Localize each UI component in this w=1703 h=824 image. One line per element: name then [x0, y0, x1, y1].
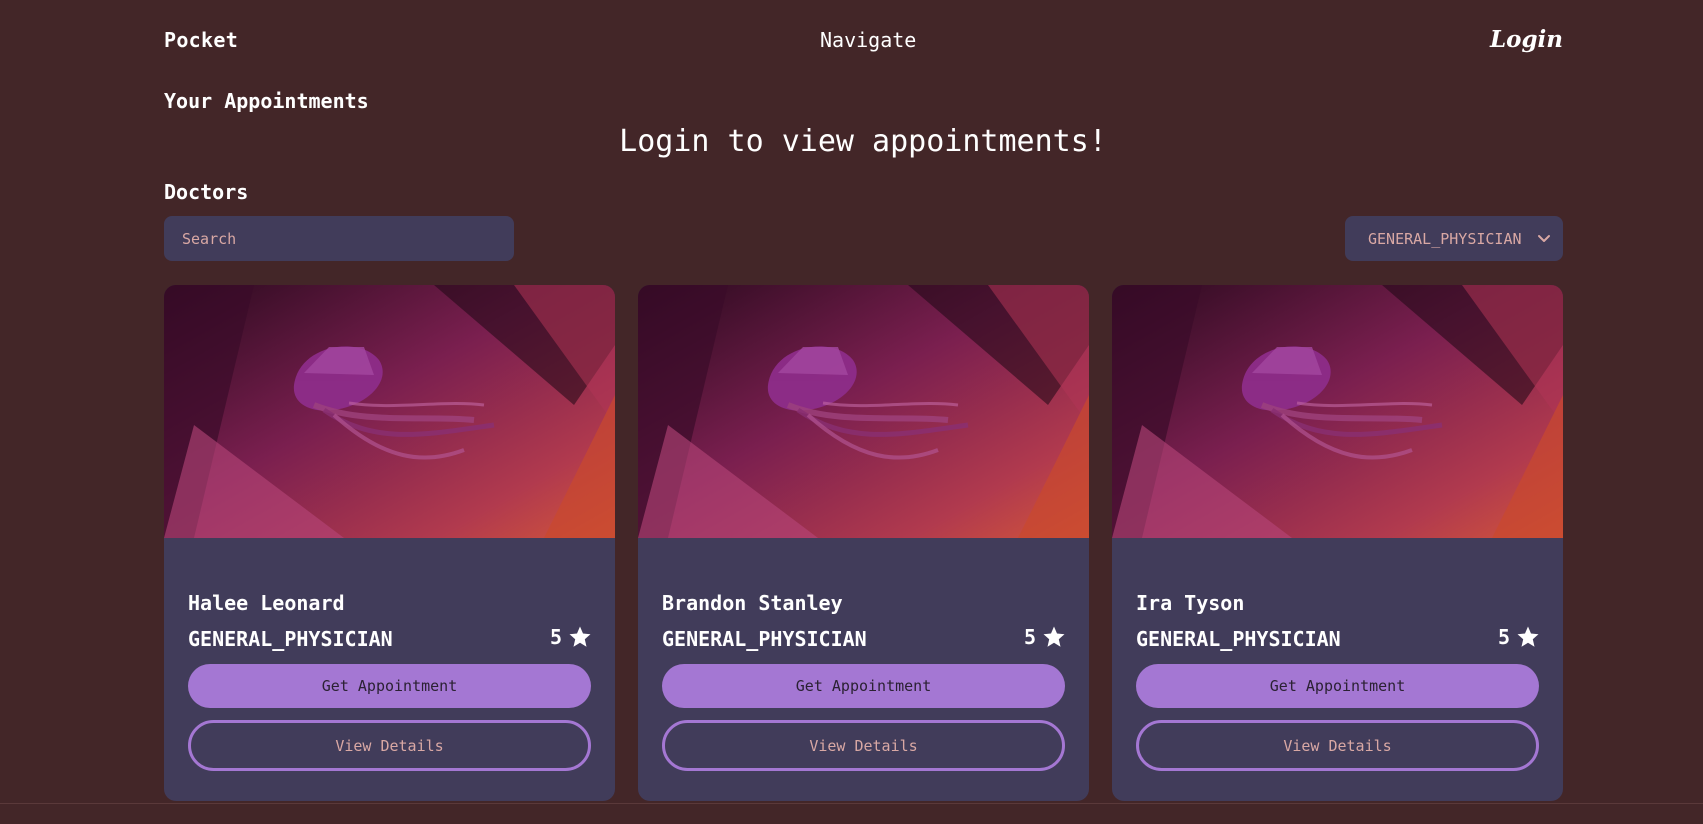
- doctor-card-image: [1112, 285, 1563, 538]
- chevron-down-icon: [1538, 235, 1550, 242]
- star-icon: [1043, 626, 1065, 647]
- doctor-name: Brandon Stanley: [662, 591, 843, 615]
- rating-value: 5: [1023, 625, 1036, 649]
- get-appointment-button[interactable]: Get Appointment: [1136, 664, 1539, 708]
- doctor-specialty: GENERAL_PHYSICIAN: [1136, 627, 1341, 651]
- doctor-specialty: GENERAL_PHYSICIAN: [188, 627, 393, 651]
- rating-value: 5: [1497, 625, 1510, 649]
- page: Pocket Navigate Login Your Appointments …: [0, 0, 1703, 824]
- star-icon: [569, 626, 591, 647]
- doctor-name: Ira Tyson: [1136, 591, 1245, 615]
- doctor-card: Halee Leonard GENERAL_PHYSICIAN 5 Get Ap…: [164, 285, 615, 801]
- doctor-card-image: [164, 285, 615, 538]
- rating-value: 5: [549, 625, 562, 649]
- doctors-heading: Doctors: [164, 180, 249, 204]
- specialty-filter-select[interactable]: GENERAL_PHYSICIAN: [1345, 216, 1563, 261]
- doctor-rating: 5: [1024, 625, 1066, 649]
- footer-divider: [0, 803, 1703, 804]
- navigate-menu[interactable]: Navigate: [820, 28, 916, 52]
- view-details-button[interactable]: View Details: [662, 720, 1065, 771]
- get-appointment-button[interactable]: Get Appointment: [188, 664, 591, 708]
- doctor-card-image: [638, 285, 1089, 538]
- view-details-button[interactable]: View Details: [1136, 720, 1539, 771]
- search-input[interactable]: [164, 216, 514, 261]
- appointments-heading: Your Appointments: [164, 89, 369, 113]
- view-details-button[interactable]: View Details: [188, 720, 591, 771]
- doctor-rating: 5: [1498, 625, 1540, 649]
- login-link[interactable]: Login: [1490, 26, 1563, 53]
- brand-logo[interactable]: Pocket: [164, 28, 238, 52]
- star-icon: [1517, 626, 1539, 647]
- doctor-name: Halee Leonard: [188, 591, 345, 615]
- doctor-card: Brandon Stanley GENERAL_PHYSICIAN 5 Get …: [638, 285, 1089, 801]
- doctor-card: Ira Tyson GENERAL_PHYSICIAN 5 Get Appoin…: [1112, 285, 1563, 801]
- appointments-empty-message: Login to view appointments!: [619, 124, 1107, 159]
- get-appointment-button[interactable]: Get Appointment: [662, 664, 1065, 708]
- doctor-specialty: GENERAL_PHYSICIAN: [662, 627, 867, 651]
- doctor-rating: 5: [550, 625, 592, 649]
- specialty-filter-value: GENERAL_PHYSICIAN: [1368, 229, 1522, 248]
